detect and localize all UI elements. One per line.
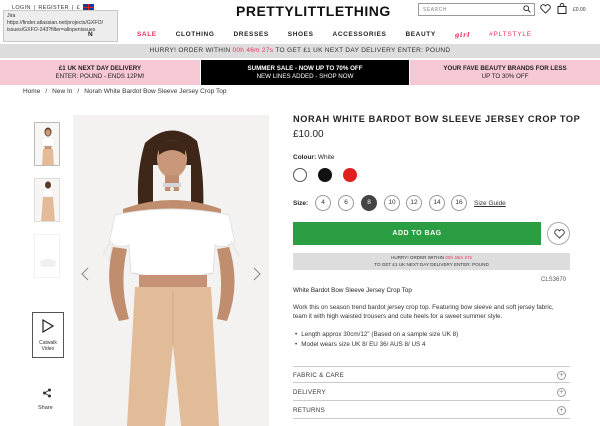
colour-swatch-red[interactable]	[343, 168, 357, 182]
countdown-timer: 00h 46m 27s	[232, 47, 274, 54]
promo-beauty[interactable]: YOUR FAVE BEAUTY BRANDS FOR LESS UP TO 3…	[410, 60, 600, 85]
nav-item-dresses[interactable]: DRESSES	[234, 31, 269, 39]
basket-total[interactable]: £0.00	[573, 7, 586, 13]
hurry-suffix: TO GET £1 UK NEXT DAY DELIVERY ENTER: PO…	[275, 47, 451, 54]
gallery-thumbnail[interactable]	[34, 234, 60, 278]
delivery-countdown-notice: HURRY! ORDER WITHIN 00h 46m 27s TO GET £…	[293, 253, 570, 270]
thumbnail-image	[35, 179, 59, 221]
share-icon[interactable]	[42, 388, 52, 398]
colour-value: White	[317, 154, 335, 161]
product-main-image[interactable]	[73, 115, 269, 426]
promo-delivery[interactable]: £1 UK NEXT DAY DELIVERY ENTER: POUND - E…	[0, 60, 200, 85]
breadcrumb-new-in[interactable]: New In	[52, 88, 72, 95]
product-price: £10.00	[293, 129, 324, 140]
heart-icon	[554, 229, 565, 239]
delivery-countdown-banner[interactable]: HURRY! ORDER WITHIN 00h 46m 27s TO GET £…	[0, 44, 600, 58]
site-logo[interactable]: PRETTYLITTLETHING	[236, 3, 391, 19]
bag-icon[interactable]	[557, 3, 567, 14]
promo-title: £1 UK NEXT DAY DELIVERY	[58, 65, 142, 72]
nav-item-accessories[interactable]: ACCESSORIES	[333, 31, 387, 39]
notice-prefix: HURRY! ORDER WITHIN	[391, 255, 445, 260]
promo-summer-sale[interactable]: SUMMER SALE - NOW UP TO 70% OFF NEW LINE…	[201, 60, 409, 85]
size-guide-link[interactable]: Size Guide	[474, 200, 506, 207]
size-label: Size:	[293, 200, 309, 207]
countdown-timer: 00h 46m 27s	[445, 255, 472, 260]
promo-title: SUMMER SALE - NOW UP TO 70% OFF	[247, 65, 363, 72]
breadcrumb-home[interactable]: Home	[23, 88, 40, 95]
next-image-arrow-icon[interactable]	[253, 267, 261, 281]
search-icon[interactable]	[523, 5, 531, 13]
add-to-bag-button[interactable]: ADD TO BAG	[293, 222, 541, 245]
accordion-label: DELIVERY	[293, 389, 326, 396]
nav-item-sale[interactable]: SALE	[137, 31, 157, 39]
nav-item-clothing[interactable]: CLOTHING	[176, 31, 215, 39]
share-label: Share	[38, 405, 53, 411]
hurry-prefix: HURRY! ORDER WITHIN	[149, 47, 231, 54]
colour-swatch-black[interactable]	[318, 168, 332, 182]
main-nav: SALE CLOTHING DRESSES SHOES ACCESSORIES …	[137, 31, 532, 39]
nav-partial-item[interactable]: N	[88, 31, 93, 38]
tooltip-line: Jira	[7, 13, 16, 19]
nav-item-girl[interactable]: girl	[455, 31, 470, 39]
product-title: NORAH WHITE BARDOT BOW SLEEVE JERSEY CRO…	[293, 114, 581, 124]
accordion-label: FABRIC & CARE	[293, 372, 345, 379]
wishlist-button[interactable]	[547, 222, 570, 245]
size-option[interactable]: 14	[429, 195, 445, 211]
size-option[interactable]: 12	[406, 195, 422, 211]
breadcrumb-separator: /	[45, 88, 48, 95]
breadcrumb: Home / New In / Norah White Bardot Bow S…	[23, 88, 226, 95]
video-label: Catwalk Video	[39, 340, 57, 352]
nav-item-shoes[interactable]: SHOES	[288, 31, 314, 39]
breadcrumb-separator: /	[77, 88, 80, 95]
colour-label-row: Colour: White	[293, 154, 335, 161]
product-subtitle: White Bardot Bow Sleeve Jersey Crop Top	[293, 287, 412, 294]
colour-swatch-white[interactable]	[293, 168, 307, 182]
gallery-thumbnail[interactable]	[34, 178, 60, 222]
product-code: CLS3670	[541, 277, 567, 283]
plus-icon: +	[557, 388, 566, 397]
feature-item: Length approx 30cm/12" (Based on a sampl…	[295, 330, 458, 340]
promo-subtitle: NEW LINES ADDED - SHOP NOW	[256, 73, 354, 80]
colour-label: Colour:	[293, 154, 317, 161]
size-option-selected[interactable]: 8	[361, 195, 377, 211]
breadcrumb-current: Norah White Bardot Bow Sleeve Jersey Cro…	[84, 88, 227, 95]
catwalk-video-button[interactable]: Catwalk Video	[32, 312, 64, 358]
plus-icon: +	[557, 371, 566, 380]
size-option[interactable]: 10	[384, 195, 400, 211]
promo-title: YOUR FAVE BEAUTY BRANDS FOR LESS	[443, 65, 567, 72]
tooltip-line: issues/GXFO-243?filter=allopenissues	[7, 27, 96, 33]
product-features: Length approx 30cm/12" (Based on a sampl…	[295, 330, 458, 350]
size-option[interactable]: 4	[315, 195, 331, 211]
accordion-delivery[interactable]: DELIVERY +	[293, 384, 570, 401]
nav-item-pltstyle[interactable]: #PLTSTYLE	[489, 31, 532, 39]
product-description: Work this on season trend bardot jersey …	[293, 304, 554, 320]
previous-image-arrow-icon[interactable]	[81, 267, 89, 281]
play-icon	[42, 319, 54, 333]
thumbnail-image	[35, 235, 59, 277]
model-photo	[73, 115, 269, 426]
gallery-thumbnail[interactable]	[34, 122, 60, 166]
search-input[interactable]: SEARCH	[418, 3, 535, 16]
notice-line: TO GET £1 UK NEXT DAY DELIVERY ENTER: PO…	[374, 261, 489, 267]
plus-icon: +	[557, 406, 566, 415]
accordion-label: RETURNS	[293, 407, 326, 414]
heart-icon[interactable]	[540, 4, 551, 14]
size-option[interactable]: 6	[338, 195, 354, 211]
size-option[interactable]: 16	[451, 195, 467, 211]
thumbnail-image	[35, 123, 59, 165]
accordion-returns[interactable]: RETURNS +	[293, 402, 570, 419]
url-tooltip: Jira https://finder.atlassian.net/projec…	[3, 10, 118, 42]
accordion-fabric-care[interactable]: FABRIC & CARE +	[293, 366, 570, 383]
tooltip-line: https://finder.atlassian.net/projects/GX…	[7, 20, 104, 26]
promo-subtitle: ENTER: POUND - ENDS 12PM!	[55, 73, 145, 80]
nav-item-beauty[interactable]: BEAUTY	[405, 31, 435, 39]
feature-item: Model wears size UK 8/ EU 36/ AUS 8/ US …	[295, 340, 458, 350]
promo-subtitle: UP TO 30% OFF	[481, 73, 529, 80]
